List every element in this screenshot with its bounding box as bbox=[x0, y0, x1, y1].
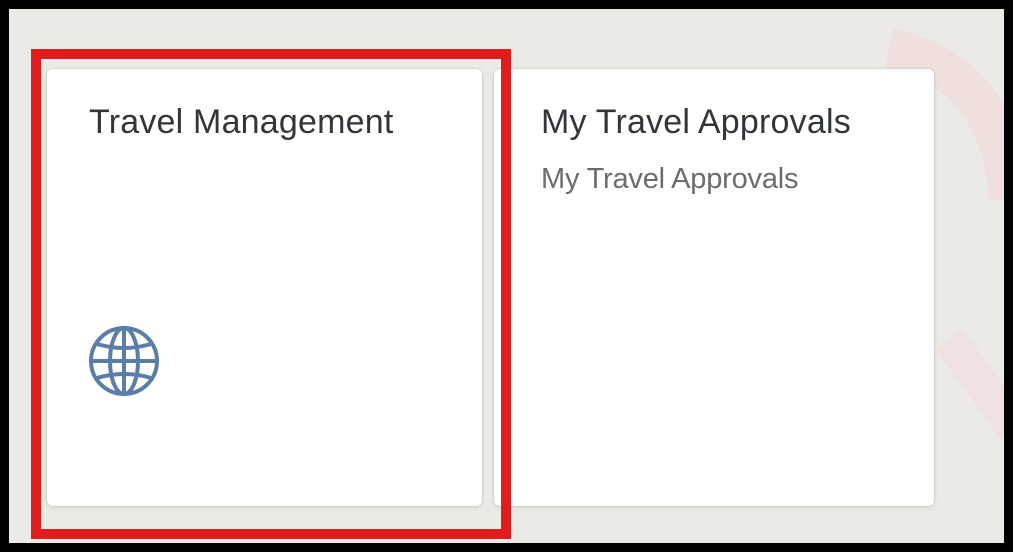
launchpad-viewport: Travel Management My Travel Approvals My… bbox=[0, 0, 1013, 552]
tile-my-travel-approvals[interactable]: My Travel Approvals My Travel Approvals bbox=[494, 69, 934, 506]
tile-travel-management[interactable]: Travel Management bbox=[47, 69, 482, 506]
tile-title: My Travel Approvals bbox=[541, 103, 851, 141]
globe-icon bbox=[87, 324, 161, 398]
tile-subtitle: My Travel Approvals bbox=[541, 163, 799, 195]
tile-title: Travel Management bbox=[89, 103, 394, 141]
